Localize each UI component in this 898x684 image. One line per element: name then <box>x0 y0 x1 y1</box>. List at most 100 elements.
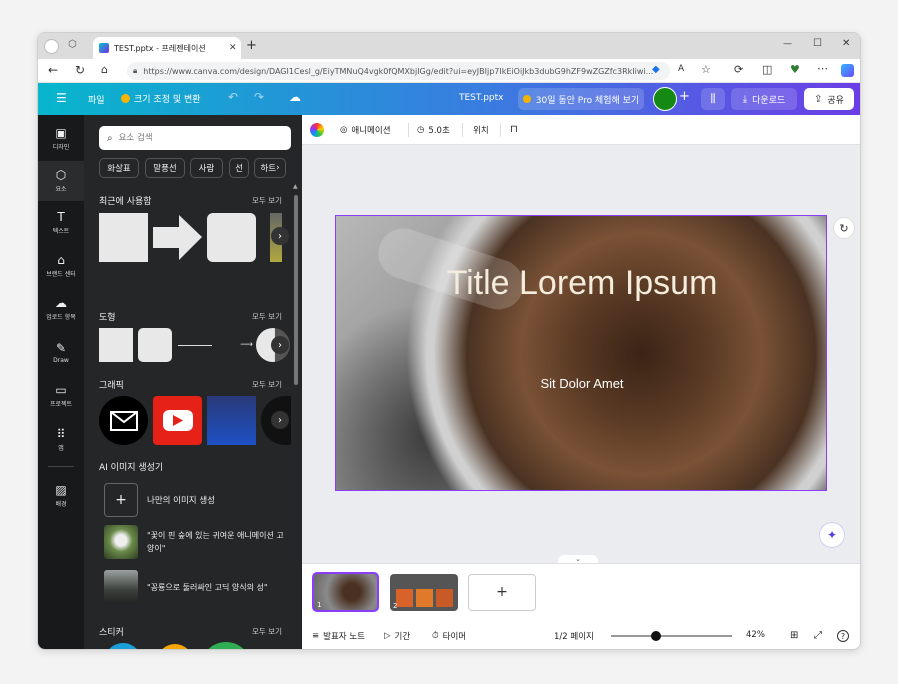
maximize-button[interactable]: ☐ <box>813 38 822 49</box>
home-icon[interactable]: ⌂ <box>101 63 108 76</box>
add-collaborator-icon[interactable]: + <box>679 89 690 104</box>
read-aloud-icon[interactable]: A <box>678 64 684 74</box>
scroll-right-icon[interactable]: › <box>271 227 289 245</box>
sticker-bell[interactable] <box>157 644 193 650</box>
rail-label: 브랜드 센터 <box>46 269 76 278</box>
chip-speech-bubble[interactable]: 말풍선 <box>145 158 185 178</box>
notes-button[interactable]: ≡발표자 노트 <box>312 630 365 642</box>
shape-line[interactable] <box>178 345 212 346</box>
recent-rounded-square[interactable] <box>207 213 256 262</box>
page-indicator[interactable]: 1/2 페이지 <box>554 630 594 642</box>
rail-item-projects[interactable]: ▭프로젝트 <box>38 376 84 416</box>
extensions-icon[interactable]: ⟳ <box>734 63 743 76</box>
split-screen-icon[interactable]: ◫ <box>762 63 772 76</box>
undo-icon[interactable]: ↶ <box>228 90 238 104</box>
add-page-button[interactable]: + <box>468 574 536 611</box>
close-window-button[interactable]: ✕ <box>842 38 850 49</box>
rail-item-elements[interactable]: ⬡요소 <box>38 161 84 201</box>
position-button[interactable]: 위치 <box>473 124 489 136</box>
slide-title[interactable]: Title Lorem Ipsum <box>336 264 827 303</box>
search-input[interactable] <box>119 133 279 143</box>
youtube-graphic[interactable] <box>153 396 202 445</box>
rail-item-draw[interactable]: ✎Draw <box>38 333 84 373</box>
help-icon[interactable]: ? <box>837 630 849 642</box>
rail-item-text[interactable]: T텍스트 <box>38 203 84 243</box>
slide-subtitle[interactable]: Sit Dolor Amet <box>336 376 827 391</box>
zoom-slider-track[interactable] <box>611 635 732 637</box>
rail-item-apps[interactable]: ⠿앱 <box>38 420 84 460</box>
sticker-gear[interactable] <box>104 643 142 650</box>
profile-avatar[interactable] <box>44 39 59 54</box>
chip-lines[interactable]: 선 <box>229 158 249 178</box>
scroll-right-icon[interactable]: › <box>271 336 289 354</box>
rail-item-brand[interactable]: ⌂브랜드 센터 <box>38 246 84 286</box>
rail-item-background[interactable]: ▨배경 <box>38 476 84 516</box>
panel-scrollbar[interactable] <box>294 195 298 385</box>
mail-graphic[interactable] <box>99 396 148 445</box>
magic-assistant-button[interactable]: ✦ <box>819 522 845 548</box>
lock-icon[interactable]: ⊓ <box>510 124 518 135</box>
fullscreen-icon[interactable]: ⤢ <box>814 630 822 641</box>
color-picker-icon[interactable] <box>310 123 324 137</box>
refresh-slide-button[interactable]: ↻ <box>833 217 855 239</box>
close-tab-icon[interactable]: ✕ <box>229 43 237 53</box>
extension-tag-icon[interactable]: ◆ <box>652 64 660 75</box>
back-icon[interactable]: ← <box>48 63 58 77</box>
refresh-icon[interactable]: ↻ <box>75 63 85 77</box>
new-tab-button[interactable]: + <box>246 38 257 53</box>
browser-essentials-icon[interactable]: ♥ <box>790 63 800 76</box>
address-field[interactable]: 🔒︎ https://www.canva.com/design/DAGI1Ces… <box>127 62 670 80</box>
duration-toggle[interactable]: ▷기간 <box>384 630 410 642</box>
browser-tab[interactable]: TEST.pptx - 프레젠테이션 ✕ <box>93 37 241 59</box>
scroll-up-icon[interactable]: ▲ <box>293 183 298 190</box>
sticker-clover[interactable] <box>203 642 249 650</box>
ai-suggestion-cat[interactable]: "꽃이 핀 숲에 있는 귀여운 애니메이션 고양이" <box>104 525 284 559</box>
main-menu-icon[interactable]: ☰ <box>56 91 67 105</box>
sticker-sparkle[interactable]: ✦ <box>261 648 274 650</box>
copilot-icon[interactable] <box>841 64 854 77</box>
insights-button[interactable]: ⫼ <box>701 88 725 110</box>
stickers-see-all[interactable]: 모두 보기 <box>252 626 282 637</box>
animation-button[interactable]: ◎애니메이션 <box>340 124 391 136</box>
download-button[interactable]: ⤓ 다운로드 <box>731 88 797 110</box>
chip-arrows[interactable]: 화살표 <box>99 158 139 178</box>
more-icon[interactable]: ⋯ <box>817 62 828 75</box>
duration-button[interactable]: ◷5.0초 <box>417 124 450 136</box>
shape-square[interactable] <box>99 328 133 362</box>
ai-create-row[interactable]: + 나만의 이미지 생성 <box>104 483 284 517</box>
minimize-button[interactable]: — <box>783 39 792 49</box>
file-menu[interactable]: 파일 <box>88 93 105 106</box>
ai-suggestion-castle[interactable]: "꽁룡으로 둘러싸인 고딕 양식의 성" <box>104 570 284 604</box>
rail-item-design[interactable]: ▣디자인 <box>38 119 84 159</box>
side-navigation: ▣디자인 ⬡요소 T텍스트 ⌂브랜드 센터 ☁업로드 항목 ✎Draw ▭프로젝… <box>38 115 84 650</box>
shape-rounded-square[interactable] <box>138 328 172 362</box>
recent-see-all[interactable]: 모두 보기 <box>252 195 282 206</box>
rail-item-uploads[interactable]: ☁업로드 항목 <box>38 289 84 329</box>
gradient-graphic[interactable] <box>207 396 256 445</box>
page-thumbnail-1[interactable]: 1 <box>312 572 379 612</box>
workspaces-icon[interactable]: ⬡ <box>68 39 77 50</box>
redo-icon[interactable]: ↷ <box>254 90 264 104</box>
timer-button[interactable]: ⏱︎타이머 <box>432 630 466 642</box>
zoom-slider-thumb[interactable] <box>651 631 661 641</box>
share-button[interactable]: ⇪ 공유 <box>804 88 854 110</box>
pro-trial-button[interactable]: 30일 동안 Pro 체험해 보기 <box>518 88 644 110</box>
graphics-see-all[interactable]: 모두 보기 <box>252 379 282 390</box>
page-thumbnail-2[interactable]: 2 <box>390 574 458 611</box>
chip-people[interactable]: 사람 <box>190 158 223 178</box>
cloud-saved-icon[interactable]: ☁ <box>289 90 301 104</box>
chip-heart[interactable]: 하트› <box>254 158 286 178</box>
resize-button[interactable]: 크기 조정 및 변환 <box>121 92 201 105</box>
zoom-level[interactable]: 42% <box>746 630 765 640</box>
recent-arrow[interactable] <box>153 213 202 262</box>
favorite-icon[interactable]: ☆ <box>701 63 711 76</box>
grid-view-icon[interactable]: ⊞ <box>790 630 798 641</box>
slide[interactable]: Title Lorem Ipsum Sit Dolor Amet <box>335 215 827 491</box>
document-title[interactable]: TEST.pptx <box>459 93 503 103</box>
recent-square[interactable] <box>99 213 148 262</box>
shapes-see-all[interactable]: 모두 보기 <box>252 311 282 322</box>
shape-arrow-line[interactable]: ⟶ <box>217 340 253 350</box>
scroll-right-icon[interactable]: › <box>271 411 289 429</box>
user-avatar[interactable] <box>653 87 677 111</box>
search-box[interactable]: ⌕ <box>99 126 291 150</box>
